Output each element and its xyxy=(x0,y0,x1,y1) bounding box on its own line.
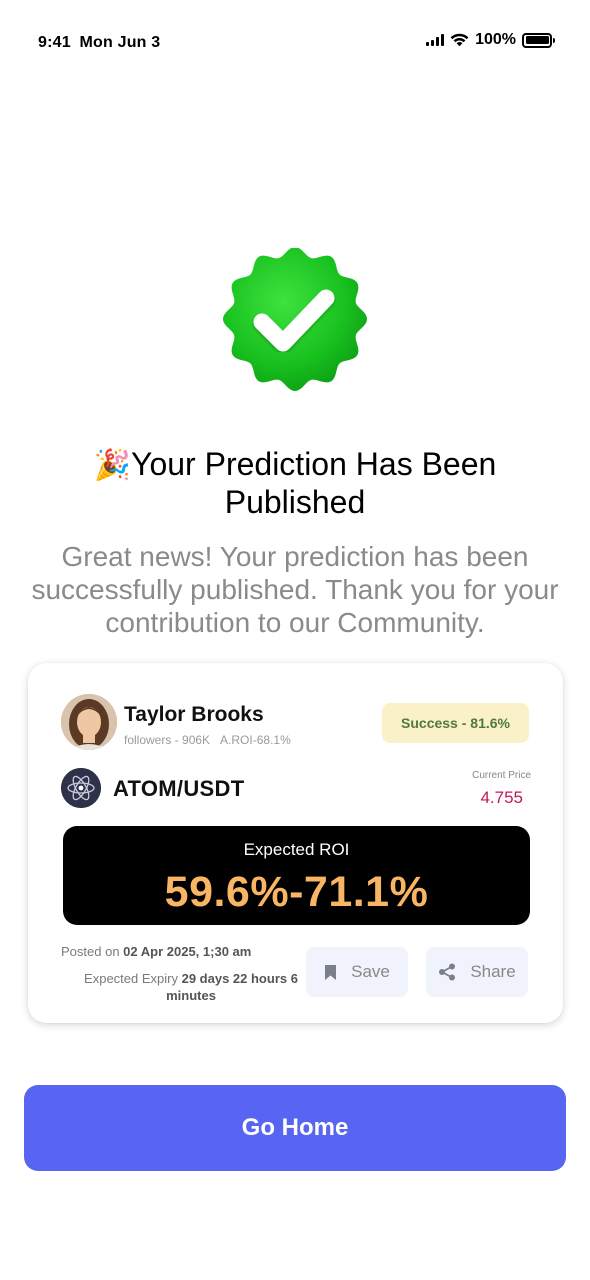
status-time: 9:41 Mon Jun 3 xyxy=(38,34,160,52)
bookmark-icon xyxy=(325,964,337,980)
current-price-value: 4.755 xyxy=(480,788,523,807)
status-clock: 9:41 xyxy=(38,34,71,51)
go-home-button[interactable]: Go Home xyxy=(24,1085,566,1171)
posted-label: Posted on xyxy=(61,944,120,959)
success-rate-badge: Success - 81.6% xyxy=(382,703,529,743)
save-label: Save xyxy=(351,962,390,981)
battery-icon xyxy=(522,32,555,48)
party-popper-icon: 🎉 xyxy=(93,448,132,483)
prediction-card: Taylor Brooks followers - 906K A.ROI-68.… xyxy=(28,663,563,1023)
atom-coin-icon xyxy=(61,768,101,808)
battery-percentage: 100% xyxy=(475,31,516,48)
posted-value: 02 Apr 2025, 1;30 am xyxy=(123,944,252,959)
expiry-value: 29 days 22 hours 6 minutes xyxy=(166,971,298,1003)
expected-roi-label: Expected ROI xyxy=(243,840,350,859)
cellular-signal-icon xyxy=(426,34,445,46)
average-roi: A.ROI-68.1% xyxy=(220,733,291,747)
posted-date: Posted on 02 Apr 2025, 1;30 am xyxy=(61,944,251,959)
share-button[interactable]: Share xyxy=(426,947,528,997)
publish-success-screen: 9:41 Mon Jun 3 100% 🎉Your Prediction Has… xyxy=(0,0,590,1280)
save-button[interactable]: Save xyxy=(306,947,408,997)
user-stats: followers - 906K A.ROI-68.1% xyxy=(124,733,291,747)
verified-check-badge-icon xyxy=(220,247,370,394)
wifi-icon xyxy=(450,33,469,47)
page-title-text: Your Prediction Has Been Published xyxy=(131,446,497,520)
status-indicators: 100% xyxy=(426,31,555,49)
expected-roi-panel: Expected ROI 59.6%-71.1% xyxy=(63,826,530,925)
current-price-label: Current Price xyxy=(472,770,531,781)
share-icon xyxy=(439,963,456,981)
status-date: Mon Jun 3 xyxy=(79,34,161,51)
page-subtitle: Great news! Your prediction has been suc… xyxy=(31,541,559,638)
expected-expiry: Expected Expiry 29 days 22 hours 6 minut… xyxy=(61,970,321,1004)
expiry-label: Expected Expiry xyxy=(84,971,178,986)
status-bar: 9:41 Mon Jun 3 100% xyxy=(0,0,590,86)
user-name[interactable]: Taylor Brooks xyxy=(124,703,264,727)
expected-roi-value: 59.6%-71.1% xyxy=(164,868,429,916)
trading-pair: ATOM/USDT xyxy=(113,776,245,801)
share-label: Share xyxy=(470,962,516,981)
avatar[interactable] xyxy=(61,694,117,750)
followers-count: followers - 906K xyxy=(124,733,211,747)
page-title: 🎉Your Prediction Has Been Published xyxy=(40,446,550,521)
